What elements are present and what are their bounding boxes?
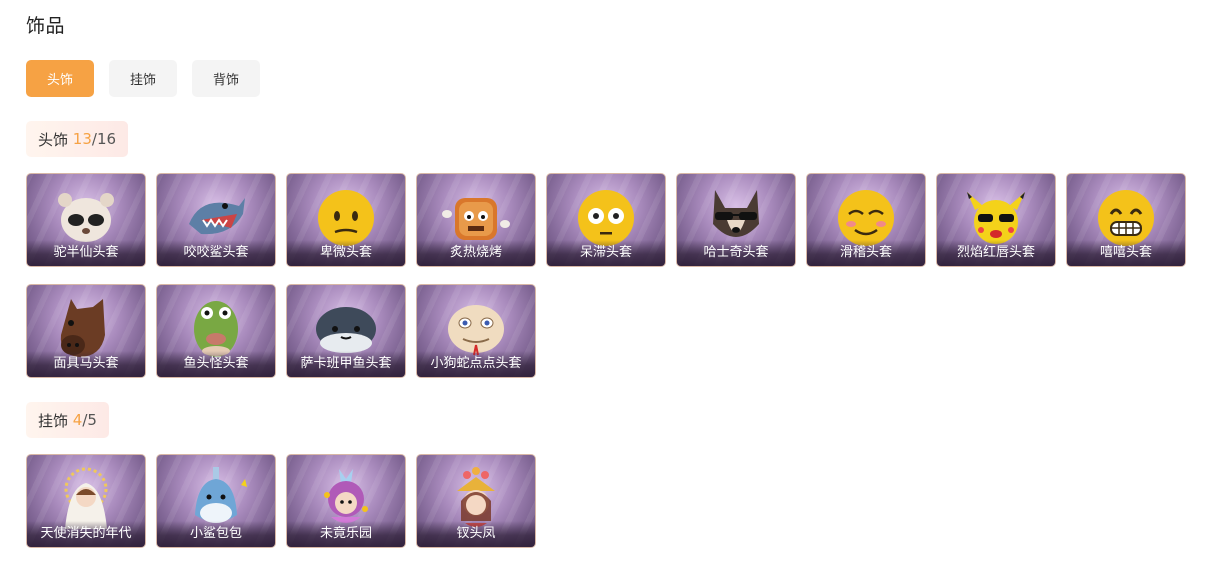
tab-headwear[interactable]: 头饰: [26, 60, 94, 97]
item-card[interactable]: 炙热烧烤: [416, 173, 536, 267]
item-card[interactable]: 未竟乐园: [286, 454, 406, 548]
dog-snake-mask-icon: [441, 295, 511, 359]
item-card[interactable]: 萨卡班甲鱼头套: [286, 284, 406, 378]
shark-bag-icon: [181, 465, 251, 529]
section-title: 挂饰: [38, 411, 69, 430]
item-card[interactable]: 小鲨包包: [156, 454, 276, 548]
item-name: 钗头凤: [417, 521, 535, 547]
item-name: 咬咬鲨头套: [157, 240, 275, 266]
item-name: 嘻嘻头套: [1067, 240, 1185, 266]
funny-emoji-mask-icon: [831, 184, 901, 248]
item-name: 天使消失的年代: [27, 521, 145, 547]
fish-head-mask-icon: [181, 295, 251, 359]
item-name: 小鲨包包: [157, 521, 275, 547]
item-card[interactable]: 面具马头套: [26, 284, 146, 378]
item-card[interactable]: 鱼头怪头套: [156, 284, 276, 378]
tab-pendant[interactable]: 挂饰: [109, 60, 177, 97]
item-name: 烈焰红唇头套: [937, 240, 1055, 266]
item-card[interactable]: 卑微头套: [286, 173, 406, 267]
item-name: 小狗蛇点点头套: [417, 351, 535, 377]
section-label-pendant: 挂饰 4/5: [26, 402, 109, 438]
item-name: 未竟乐园: [287, 521, 405, 547]
item-card[interactable]: 小狗蛇点点头套: [416, 284, 536, 378]
page-title: 饰品: [26, 15, 66, 37]
total-count: 5: [87, 411, 97, 429]
item-name: 鱼头怪头套: [157, 351, 275, 377]
owned-count: 13: [72, 130, 92, 148]
section-title: 头饰: [38, 130, 69, 149]
item-card[interactable]: 钗头凤: [416, 454, 536, 548]
item-name: 呆滞头套: [547, 240, 665, 266]
item-card[interactable]: 咬咬鲨头套: [156, 173, 276, 267]
total-count: 16: [96, 130, 117, 148]
red-lips-pikachu-mask-icon: [961, 184, 1031, 248]
item-name: 哈士奇头套: [677, 240, 795, 266]
item-name: 滑稽头套: [807, 240, 925, 266]
item-name: 萨卡班甲鱼头套: [287, 351, 405, 377]
humble-emoji-mask-icon: [311, 184, 381, 248]
pendant-grid: 天使消失的年代 小鲨包包 未竟乐园 钗头凤: [26, 454, 1186, 548]
tab-backwear[interactable]: 背饰: [192, 60, 260, 97]
item-card[interactable]: 呆滞头套: [546, 173, 666, 267]
item-card[interactable]: 哈士奇头套: [676, 173, 796, 267]
item-name: 面具马头套: [27, 351, 145, 377]
item-card[interactable]: 烈焰红唇头套: [936, 173, 1056, 267]
grin-emoji-mask-icon: [1091, 184, 1161, 248]
headwear-grid: 驼半仙头套 咬咬鲨头套 卑微头套 炙热烧烤 呆滞头套 哈士奇头套 滑稽头套 烈焰红唇头套 嘻嘻头…: [26, 173, 1186, 378]
owned-count: 4: [72, 411, 83, 429]
item-card[interactable]: 天使消失的年代: [26, 454, 146, 548]
item-card[interactable]: 驼半仙头套: [26, 173, 146, 267]
sacabambaspis-mask-icon: [311, 295, 381, 359]
dazed-emoji-mask-icon: [571, 184, 641, 248]
raccoon-mask-icon: [51, 184, 121, 248]
item-name: 卑微头套: [287, 240, 405, 266]
angel-pendant-icon: [51, 465, 121, 529]
item-name: 驼半仙头套: [27, 240, 145, 266]
category-tabs: 头饰 挂饰 背饰: [26, 60, 260, 97]
bbq-mask-icon: [441, 184, 511, 248]
husky-mask-icon: [701, 184, 771, 248]
item-name: 炙热烧烤: [417, 240, 535, 266]
paradise-doll-icon: [311, 465, 381, 529]
item-card[interactable]: 嘻嘻头套: [1066, 173, 1186, 267]
horse-mask-icon: [51, 295, 121, 359]
section-label-headwear: 头饰 13/16: [26, 121, 129, 157]
phoenix-hairpin-doll-icon: [441, 465, 511, 529]
item-card[interactable]: 滑稽头套: [806, 173, 926, 267]
shark-mask-icon: [181, 184, 251, 248]
